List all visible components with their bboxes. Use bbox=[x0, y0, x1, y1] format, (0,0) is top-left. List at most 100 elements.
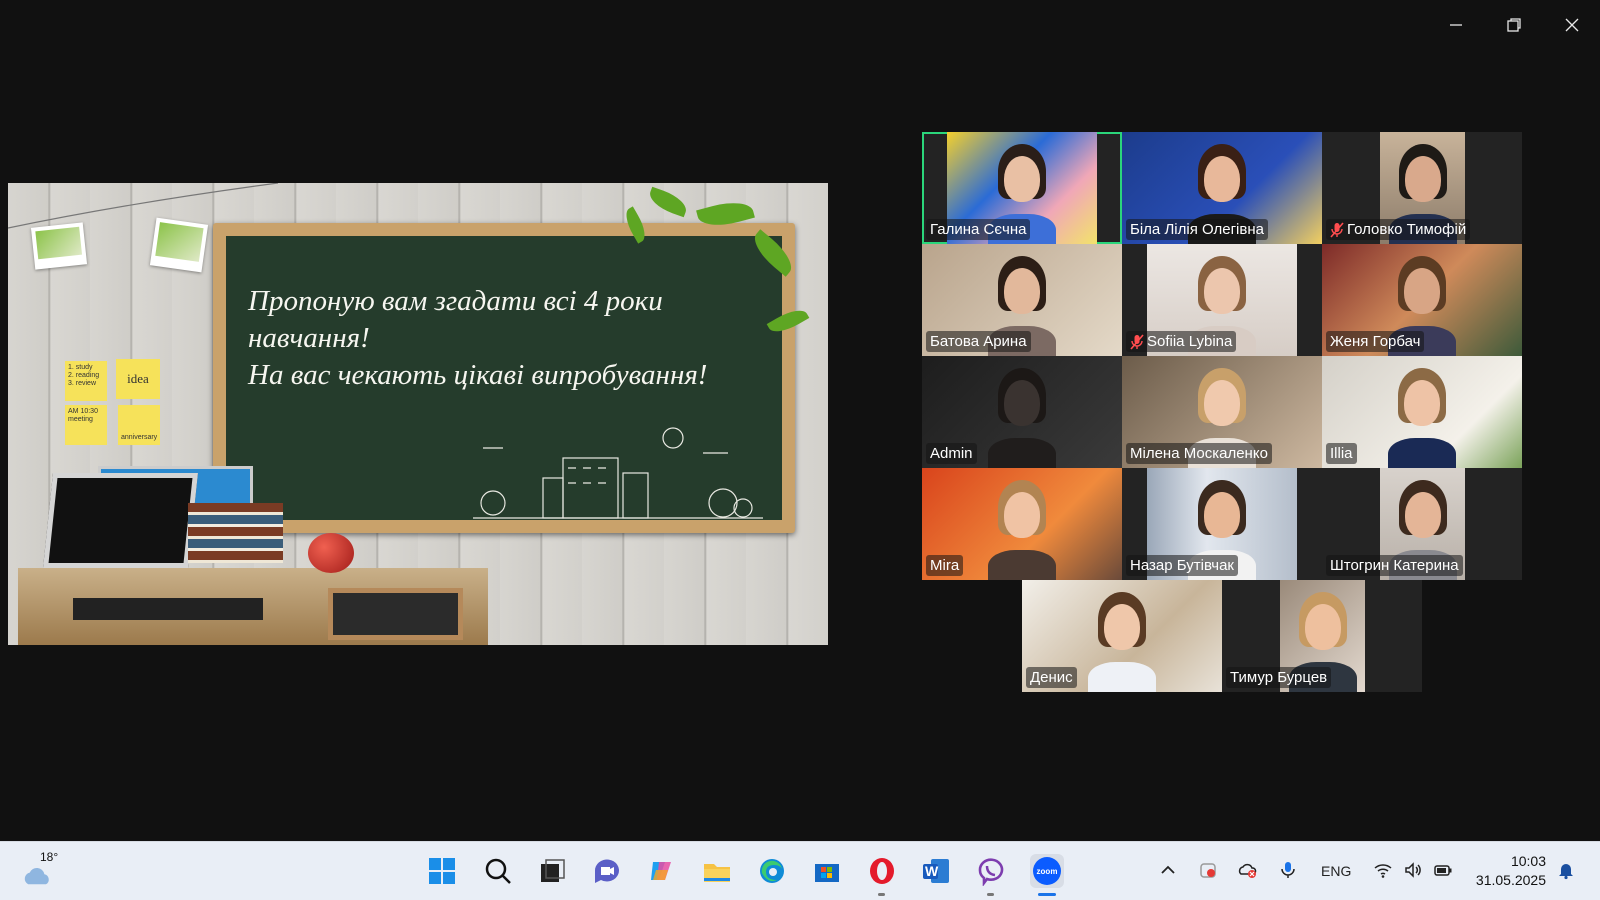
participant-tile[interactable]: Sofiia Lybina bbox=[1122, 244, 1322, 356]
zoom-button[interactable]: zoom bbox=[1030, 854, 1064, 896]
participant-nametag: Денис bbox=[1026, 667, 1077, 688]
wifi-button[interactable] bbox=[1373, 860, 1393, 883]
battery-button[interactable] bbox=[1433, 860, 1453, 883]
participant-tile[interactable]: Штогрин Катерина bbox=[1322, 468, 1522, 580]
clock[interactable]: 10:03 31.05.2025 bbox=[1471, 852, 1546, 890]
participant-name: Галина Сєчна bbox=[930, 221, 1027, 238]
edge-button[interactable] bbox=[755, 854, 789, 888]
participant-face bbox=[1404, 492, 1441, 538]
file-explorer-button[interactable] bbox=[700, 854, 734, 888]
restore-icon bbox=[1507, 18, 1521, 32]
volume-button[interactable] bbox=[1403, 860, 1423, 883]
participant-name: Mira bbox=[930, 557, 960, 574]
participant-shirt bbox=[988, 438, 1056, 468]
participant-tile[interactable]: Тимур Бурцев bbox=[1222, 580, 1422, 692]
participant-nametag: Штогрин Катерина bbox=[1326, 555, 1463, 576]
minimize-button[interactable] bbox=[1436, 8, 1476, 42]
participant-nametag: Illia bbox=[1326, 443, 1357, 464]
keyboard bbox=[73, 598, 263, 620]
participant-face bbox=[1304, 604, 1341, 650]
participant-face bbox=[1404, 156, 1441, 202]
participant-gallery: Галина Сєчна Біла Лілія Олегівна Головко Т… bbox=[922, 132, 1522, 695]
participant-tile[interactable]: Головко Тимофій bbox=[1322, 132, 1522, 244]
school-doodle bbox=[473, 427, 763, 519]
cloud-error-icon bbox=[1238, 863, 1257, 878]
participant-tile[interactable]: Мілена Москаленко bbox=[1122, 356, 1322, 468]
participant-face bbox=[1204, 492, 1240, 538]
opera-button[interactable] bbox=[865, 854, 899, 896]
participant-name: Тимур Бурцев bbox=[1230, 669, 1328, 686]
participant-tile[interactable]: Біла Лілія Олегівна bbox=[1122, 132, 1322, 244]
show-hidden-icons-button[interactable] bbox=[1158, 860, 1178, 883]
search-button[interactable] bbox=[481, 854, 515, 888]
microphone-button[interactable] bbox=[1278, 860, 1298, 883]
copilot-icon bbox=[651, 862, 671, 880]
store-button[interactable] bbox=[810, 854, 844, 888]
start-button[interactable] bbox=[425, 854, 459, 888]
apple bbox=[308, 533, 354, 573]
viber-icon bbox=[978, 858, 1004, 886]
slide-text: Пропоную вам згадати всі 4 роки навчання… bbox=[248, 283, 768, 394]
participant-tile[interactable]: Назар Бутівчак bbox=[1122, 468, 1322, 580]
zoom-icon: zoom bbox=[1033, 857, 1061, 885]
running-indicator bbox=[878, 893, 885, 896]
notifications-button[interactable] bbox=[1556, 860, 1576, 883]
participant-shirt bbox=[988, 550, 1056, 580]
participant-tile[interactable]: Денис bbox=[1022, 580, 1222, 692]
edge-icon bbox=[760, 859, 784, 883]
task-view-button[interactable] bbox=[535, 854, 569, 888]
slate bbox=[328, 588, 463, 640]
participant-tile[interactable]: Женя Горбач bbox=[1322, 244, 1522, 356]
participant-name: Денис bbox=[1030, 669, 1073, 686]
video-chat-icon bbox=[594, 859, 619, 883]
word-button[interactable]: W bbox=[919, 854, 953, 888]
tray-app-button[interactable] bbox=[1198, 860, 1218, 883]
meet-button[interactable] bbox=[590, 854, 624, 888]
onedrive-button[interactable] bbox=[1238, 860, 1258, 883]
close-button[interactable] bbox=[1552, 8, 1592, 42]
shared-screen-slide: 1. study 2. reading 3. review idea AM 10… bbox=[8, 183, 828, 645]
participant-name: Sofiia Lybina bbox=[1147, 333, 1233, 350]
participant-nametag: Admin bbox=[926, 443, 977, 464]
participant-tile[interactable]: Галина Сєчна bbox=[922, 132, 1122, 244]
participant-name: Батова Арина bbox=[930, 333, 1027, 350]
copilot-button[interactable] bbox=[645, 854, 679, 888]
microphone-icon bbox=[1281, 862, 1295, 878]
sticky-note: AM 10:30 meeting bbox=[65, 405, 107, 445]
laptop bbox=[43, 473, 198, 568]
mic-muted-icon bbox=[1330, 221, 1344, 238]
participant-tile[interactable]: Illia bbox=[1322, 356, 1522, 468]
sticky-note: idea bbox=[116, 359, 160, 399]
slide-line-1: Пропоную вам згадати всі 4 роки bbox=[248, 285, 663, 317]
weather-widget[interactable]: 18° bbox=[22, 850, 66, 894]
desktop: 1. study 2. reading 3. review idea AM 10… bbox=[0, 0, 1600, 900]
record-icon bbox=[1200, 863, 1216, 878]
note-line: anniversary bbox=[121, 434, 158, 441]
participant-face bbox=[1004, 268, 1040, 314]
participant-tile[interactable]: Mira bbox=[922, 468, 1122, 580]
participant-tile[interactable]: Батова Арина bbox=[922, 244, 1122, 356]
minimize-icon bbox=[1450, 24, 1462, 26]
participant-face bbox=[1004, 380, 1040, 426]
note-line: 2. reading bbox=[68, 372, 100, 379]
language-indicator[interactable]: ENG bbox=[1321, 863, 1351, 879]
store-icon bbox=[815, 864, 839, 882]
participant-nametag: Mira bbox=[926, 555, 964, 576]
participant-nametag: Женя Горбач bbox=[1326, 331, 1425, 352]
participant-name: Штогрин Катерина bbox=[1330, 557, 1459, 574]
participant-name: Мілена Москаленко bbox=[1130, 445, 1268, 462]
participant-face bbox=[1404, 380, 1440, 426]
participant-tile[interactable]: Admin bbox=[922, 356, 1122, 468]
book-stack bbox=[188, 503, 283, 563]
participant-face bbox=[1404, 268, 1440, 314]
participant-nametag: Галина Сєчна bbox=[926, 219, 1031, 240]
participant-nametag: Sofiia Lybina bbox=[1126, 331, 1237, 352]
viber-button[interactable] bbox=[974, 854, 1008, 896]
slide-line-3: На вас чекають цікаві випробування! bbox=[248, 359, 708, 391]
restore-button[interactable] bbox=[1494, 8, 1534, 42]
sticky-note: anniversary bbox=[118, 405, 160, 445]
participant-name: Головко Тимофій bbox=[1347, 221, 1467, 238]
participant-name: Назар Бутівчак bbox=[1130, 557, 1234, 574]
running-indicator bbox=[987, 893, 994, 896]
participant-nametag: Тимур Бурцев bbox=[1226, 667, 1332, 688]
